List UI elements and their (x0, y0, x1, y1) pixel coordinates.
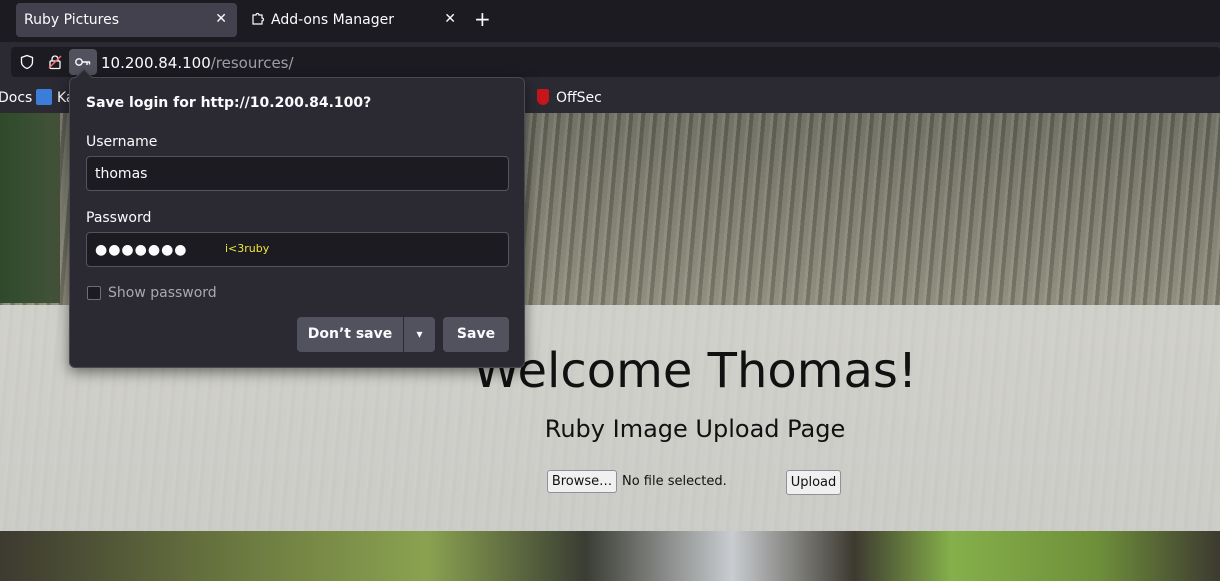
bookmark-offsec[interactable]: OffSec (556, 90, 602, 106)
bookmark-docs[interactable]: Docs (0, 90, 32, 106)
close-tab-icon[interactable]: ✕ (215, 11, 227, 27)
password-value: ●●●●●●● (95, 242, 188, 258)
save-button[interactable]: Save (443, 317, 509, 352)
chevron-down-icon[interactable]: ▾ (404, 317, 435, 352)
username-value: thomas (95, 166, 148, 182)
navigation-bar: 10.200.84.100/resources/ (0, 42, 1220, 82)
url-bar[interactable]: 10.200.84.100/resources/ (11, 47, 1220, 77)
tab-ruby-pictures[interactable]: Ruby Pictures ✕ (16, 3, 237, 37)
url-path: /resources/ (210, 54, 294, 72)
popup-title: Save login for http://10.200.84.100? (86, 95, 372, 111)
tab-bar: Ruby Pictures ✕ Add-ons Manager ✕ + (0, 0, 1220, 42)
save-login-popup: Save login for http://10.200.84.100? Use… (69, 68, 525, 368)
tab-addons-manager[interactable]: Add-ons Manager ✕ (246, 3, 466, 37)
url-host: 10.200.84.100 (101, 54, 211, 72)
shield-icon[interactable] (19, 54, 35, 70)
key-icon (75, 58, 91, 66)
username-field[interactable]: thomas (86, 156, 509, 191)
dont-save-button[interactable]: Don’t save (297, 317, 403, 352)
browse-button[interactable]: Browse… (547, 470, 617, 493)
new-tab-button[interactable]: + (474, 9, 491, 29)
background-photo-eyes (0, 531, 1220, 581)
url-text: 10.200.84.100/resources/ (101, 54, 294, 72)
upload-button[interactable]: Upload (786, 470, 841, 495)
tab-label: Add-ons Manager (271, 12, 394, 28)
kali-icon (36, 89, 52, 105)
close-tab-icon[interactable]: ✕ (444, 11, 456, 27)
page-subtitle: Ruby Image Upload Page (544, 415, 846, 443)
offsec-icon (537, 89, 549, 105)
password-field[interactable]: ●●●●●●● i<3ruby (86, 232, 509, 267)
show-password-checkbox[interactable] (87, 286, 101, 300)
username-label: Username (86, 134, 158, 150)
password-overlay-text: i<3ruby (225, 242, 270, 255)
background-photo-region (0, 113, 60, 303)
show-password-label[interactable]: Show password (108, 285, 217, 301)
insecure-lock-icon[interactable] (47, 54, 63, 70)
puzzle-icon (252, 12, 265, 25)
password-label: Password (86, 210, 152, 226)
file-status-text: No file selected. (622, 474, 727, 489)
tab-label: Ruby Pictures (24, 12, 120, 28)
